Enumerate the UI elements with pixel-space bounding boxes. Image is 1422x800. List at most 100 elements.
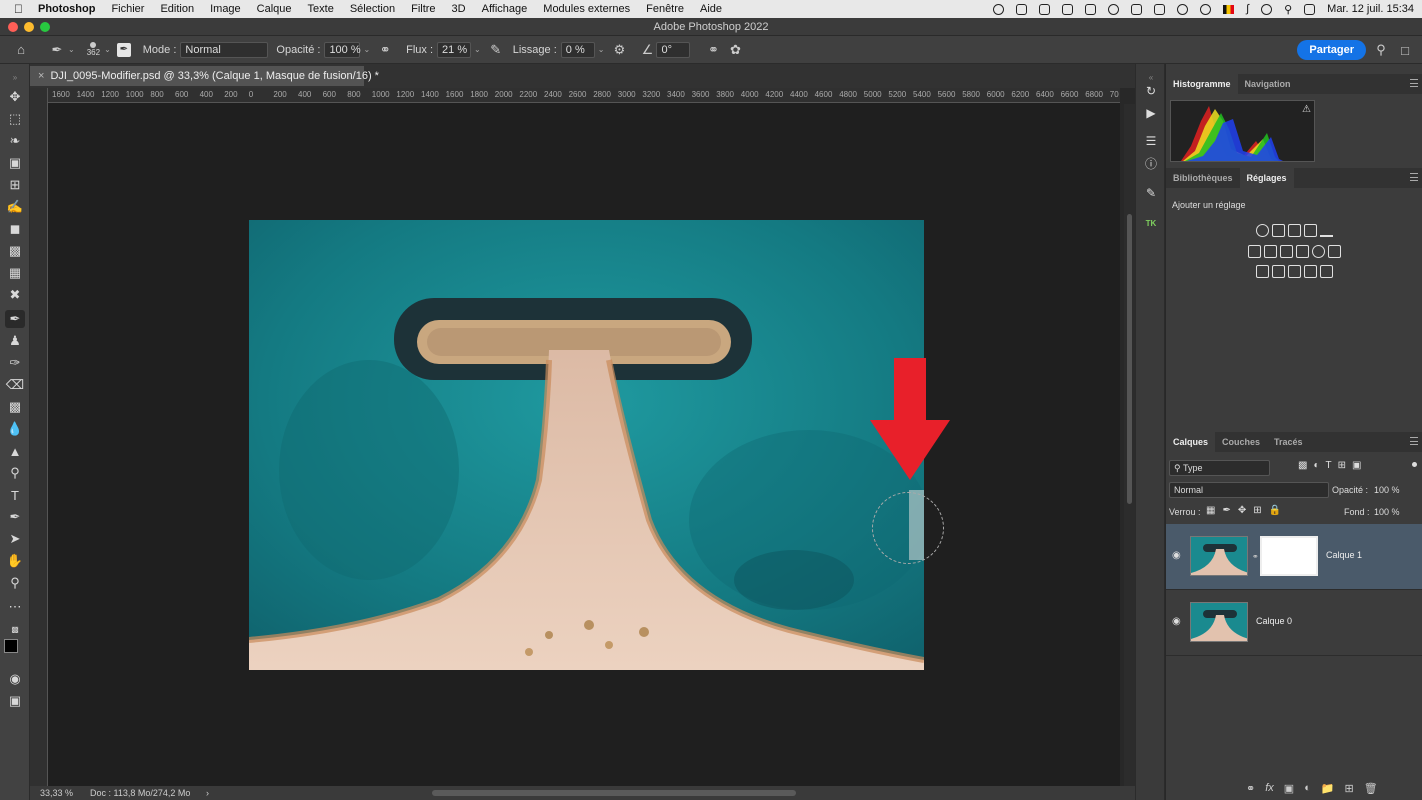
filter-smart-icon[interactable]: ▣: [1352, 460, 1361, 471]
path-selection-tool-icon[interactable]: ➤: [5, 530, 25, 548]
zoom-level[interactable]: 33,33 %: [40, 786, 73, 800]
vertical-scrollbar[interactable]: [1124, 104, 1135, 786]
smoothing-field[interactable]: 0 %: [560, 41, 595, 58]
filter-toggle-icon[interactable]: [1412, 462, 1417, 467]
filter-type-icon[interactable]: T: [1326, 460, 1332, 471]
hue-saturation-icon[interactable]: [1247, 245, 1261, 258]
layer-mask-thumbnail[interactable]: [1260, 536, 1318, 576]
document-image[interactable]: [249, 220, 924, 670]
new-layer-icon[interactable]: ⊞: [1345, 782, 1354, 795]
tab-adjustments[interactable]: Réglages: [1239, 168, 1294, 188]
new-adjustment-icon[interactable]: ◐: [1304, 782, 1311, 795]
brush-settings-icon[interactable]: ✒: [116, 42, 131, 57]
lock-artboard-icon[interactable]: ⊞: [1253, 505, 1261, 516]
chevron-down-icon[interactable]: ⌄: [104, 45, 111, 54]
eraser-tool-icon[interactable]: ⌫: [5, 376, 25, 394]
airbrush-icon[interactable]: ✎: [487, 41, 505, 59]
menu-filtre[interactable]: Filtre: [411, 3, 435, 15]
battery-icon[interactable]: [1085, 3, 1097, 15]
band-aid-icon[interactable]: ▩: [5, 242, 25, 260]
status-icon[interactable]: [1016, 3, 1028, 15]
filter-adjustment-icon[interactable]: ◐: [1313, 460, 1319, 471]
marquee-tool-icon[interactable]: ⬚: [5, 110, 25, 128]
brush-size-picker[interactable]: 362: [87, 42, 100, 57]
default-colors-icon[interactable]: ▩: [5, 620, 25, 638]
zoom-tool-icon[interactable]: ⚲: [5, 574, 25, 592]
blur-tool-icon[interactable]: 💧: [5, 420, 25, 438]
hand-tool-icon[interactable]: ✋: [5, 552, 25, 570]
menu-texte[interactable]: Texte: [308, 3, 334, 15]
menu-app[interactable]: Photoshop: [38, 3, 95, 15]
lock-transparency-icon[interactable]: ▦: [1206, 505, 1215, 516]
menu-fenetre[interactable]: Fenêtre: [646, 3, 684, 15]
document-tab[interactable]: × DJI_0095-Modifier.psd @ 33,3% (Calque 1…: [30, 66, 379, 86]
layer-opacity-value[interactable]: 100 %: [1374, 485, 1400, 495]
lock-all-icon[interactable]: 🔒: [1269, 505, 1281, 516]
angle-field[interactable]: 0°: [656, 41, 691, 58]
chevron-down-icon[interactable]: ⌄: [68, 45, 75, 54]
volume-icon[interactable]: [1177, 3, 1189, 15]
layer-name[interactable]: Calque 0: [1256, 616, 1292, 626]
channel-mixer-icon[interactable]: [1311, 245, 1325, 258]
link-layers-icon[interactable]: ⚭: [1246, 782, 1255, 795]
bluetooth-icon[interactable]: ∫: [1246, 3, 1249, 15]
chevron-down-icon[interactable]: ⌄: [363, 45, 370, 54]
tk-plugin-icon[interactable]: TK: [1142, 214, 1160, 232]
layer-row-calque-1[interactable]: ◉ ⚭ Calque 1: [1166, 524, 1422, 590]
threshold-icon[interactable]: [1287, 265, 1301, 278]
menu-affichage[interactable]: Affichage: [482, 3, 528, 15]
tab-navigation[interactable]: Navigation: [1238, 74, 1298, 94]
move-tool-icon[interactable]: ✥: [5, 88, 25, 106]
black-white-icon[interactable]: [1279, 245, 1293, 258]
new-group-icon[interactable]: 📁: [1321, 782, 1335, 795]
color-lookup-icon[interactable]: [1327, 245, 1341, 258]
minimize-window-icon[interactable]: [24, 22, 34, 32]
horizontal-scrollbar[interactable]: [432, 790, 796, 796]
exposure-icon[interactable]: [1303, 224, 1317, 237]
menu-image[interactable]: Image: [210, 3, 241, 15]
clock-icon[interactable]: [1108, 3, 1120, 15]
binoculars-icon[interactable]: [1131, 3, 1143, 15]
filter-pixel-icon[interactable]: ▩: [1298, 460, 1307, 471]
clone-stamp-tool-icon[interactable]: ♟: [5, 332, 25, 350]
pen-tool-icon[interactable]: ✒: [5, 508, 25, 526]
menu-3d[interactable]: 3D: [452, 3, 466, 15]
chevron-right-icon[interactable]: ›: [206, 786, 209, 800]
photo-filter-icon[interactable]: [1295, 245, 1309, 258]
visibility-eye-icon[interactable]: ◉: [1172, 550, 1182, 561]
pressure-opacity-icon[interactable]: ⚭: [376, 41, 394, 59]
link-icon[interactable]: ⚭: [1252, 552, 1259, 561]
home-icon[interactable]: ⌂: [12, 41, 30, 59]
tab-layers[interactable]: Calques: [1166, 432, 1216, 452]
display-icon[interactable]: [1062, 3, 1074, 15]
gradient-tool-icon[interactable]: ▩: [5, 398, 25, 416]
gear-icon[interactable]: ⚙: [610, 41, 628, 59]
layer-thumbnail[interactable]: [1190, 602, 1248, 642]
type-tool-icon[interactable]: T: [5, 486, 25, 504]
menu-modules[interactable]: Modules externes: [543, 3, 630, 15]
flow-field[interactable]: 21 %: [437, 41, 472, 58]
layer-filter-select[interactable]: ⚲ Type: [1169, 460, 1270, 476]
search-icon[interactable]: ⚲: [1372, 41, 1390, 59]
crop-tool-icon[interactable]: ⊞: [5, 176, 25, 194]
mode-select[interactable]: Normal: [180, 41, 269, 58]
foreground-color-swatch[interactable]: [4, 639, 18, 653]
zoom-window-icon[interactable]: [40, 22, 50, 32]
menu-aide[interactable]: Aide: [700, 3, 722, 15]
chevron-down-icon[interactable]: ⌄: [474, 45, 481, 54]
fx-icon[interactable]: fx: [1265, 782, 1274, 795]
eyedropper-tool-icon[interactable]: ✍: [5, 198, 25, 216]
chevron-down-icon[interactable]: ⌄: [598, 45, 605, 54]
flag-icon[interactable]: [1223, 4, 1235, 14]
menu-edition[interactable]: Edition: [160, 3, 194, 15]
tab-histogram[interactable]: Histogramme: [1166, 74, 1238, 94]
brush-settings-panel-icon[interactable]: ✎: [1142, 184, 1160, 202]
history-brush-tool-icon[interactable]: ✑: [5, 354, 25, 372]
actions-icon[interactable]: ▶: [1142, 104, 1160, 122]
screen-icon[interactable]: [1154, 3, 1166, 15]
add-mask-icon[interactable]: ▣: [1284, 782, 1294, 795]
sharpen-tool-icon[interactable]: ▲: [5, 442, 25, 460]
menu-selection[interactable]: Sélection: [350, 3, 395, 15]
opacity-field[interactable]: 100 %: [324, 41, 361, 58]
dodge-tool-icon[interactable]: ⚲: [5, 464, 25, 482]
